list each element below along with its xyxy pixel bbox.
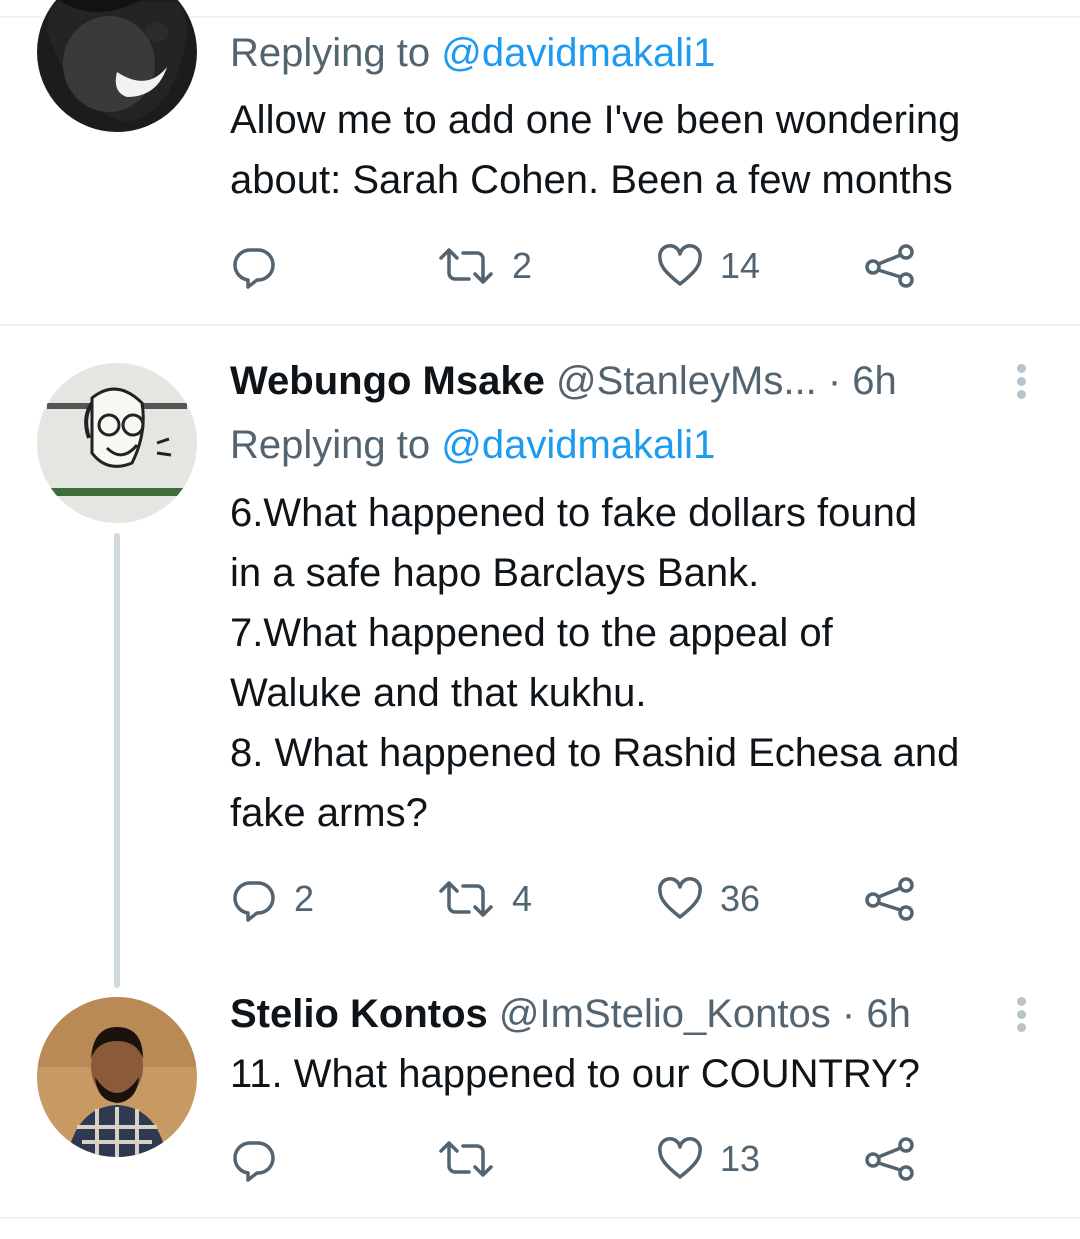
tweet-text-line: fake arms? xyxy=(230,791,428,835)
tweet-text-line: about: Sarah Cohen. Been a few months xyxy=(230,158,953,202)
divider xyxy=(0,324,1080,326)
tweet-text: 11. What happened to our COUNTRY? xyxy=(230,1044,1060,1104)
like-button[interactable]: 13 xyxy=(656,1129,760,1189)
avatar[interactable] xyxy=(37,0,197,132)
like-count: 36 xyxy=(720,878,761,919)
share-button[interactable] xyxy=(862,1129,918,1189)
retweet-button[interactable] xyxy=(436,1129,512,1189)
tweet-text-line: 6.What happened to fake dollars found xyxy=(230,491,918,535)
tweet-text-line: 11. What happened to our COUNTRY? xyxy=(230,1052,920,1096)
reply-icon xyxy=(230,875,278,923)
retweet-icon xyxy=(436,1135,496,1183)
tweet-actions: 2 14 xyxy=(230,236,930,296)
tweet-text: 6.What happened to fake dollars found in… xyxy=(230,483,1060,843)
retweet-button[interactable]: 4 xyxy=(436,869,532,929)
reply-button[interactable] xyxy=(230,1129,294,1189)
share-icon xyxy=(862,242,918,290)
tweet-text-line: 7.What happened to the appeal of xyxy=(230,611,833,655)
retweet-count: 2 xyxy=(512,245,533,286)
like-icon xyxy=(656,875,704,923)
display-name[interactable]: Webungo Msake xyxy=(230,359,545,403)
retweet-count: 4 xyxy=(512,878,533,919)
avatar[interactable] xyxy=(37,997,197,1157)
tweet-header: Stelio Kontos @ImStelio_Kontos · 6h xyxy=(230,990,911,1038)
replying-to: Replying to @davidmakali1 xyxy=(230,423,716,467)
share-icon xyxy=(862,1135,918,1183)
tweet-actions: 2 4 36 xyxy=(230,869,930,929)
retweet-icon xyxy=(436,875,496,923)
like-icon xyxy=(656,242,704,290)
share-button[interactable] xyxy=(862,869,918,929)
timestamp[interactable]: · 6h xyxy=(828,359,897,403)
share-icon xyxy=(862,875,918,923)
retweet-icon xyxy=(436,242,496,290)
tweet-header: Webungo Msake @StanleyMs... · 6h xyxy=(230,357,897,405)
like-count: 14 xyxy=(720,245,761,286)
user-handle[interactable]: @StanleyMs... xyxy=(556,359,817,403)
thread-line xyxy=(114,533,120,988)
avatar[interactable] xyxy=(37,363,197,523)
reply-button[interactable]: 2 xyxy=(230,869,314,929)
timestamp[interactable]: · 6h xyxy=(842,992,911,1036)
like-button[interactable]: 14 xyxy=(656,236,760,296)
reply-icon xyxy=(230,242,278,290)
like-count: 13 xyxy=(720,1138,761,1179)
like-button[interactable]: 36 xyxy=(656,869,760,929)
reply-icon xyxy=(230,1135,278,1183)
tweet-text-line: 8. What happened to Rashid Echesa and xyxy=(230,731,960,775)
tweet-text-line: in a safe hapo Barclays Bank. xyxy=(230,551,760,595)
divider xyxy=(0,1217,1080,1219)
retweet-button[interactable]: 2 xyxy=(436,236,532,296)
share-button[interactable] xyxy=(862,236,918,296)
mention-link[interactable]: @davidmakali1 xyxy=(441,31,715,75)
replying-to: Replying to @davidmakali1 xyxy=(230,31,716,75)
user-handle[interactable]: @ImStelio_Kontos xyxy=(499,992,831,1036)
tweet-text-line: Waluke and that kukhu. xyxy=(230,671,647,715)
tweet-text: Allow me to add one I've been wondering … xyxy=(230,90,1060,210)
more-icon[interactable] xyxy=(1013,361,1029,403)
mention-link[interactable]: @davidmakali1 xyxy=(441,423,715,467)
reply-button[interactable] xyxy=(230,236,294,296)
tweet-actions: 13 xyxy=(230,1129,930,1189)
reply-count: 2 xyxy=(294,878,315,919)
like-icon xyxy=(656,1135,704,1183)
more-icon[interactable] xyxy=(1013,994,1029,1036)
tweet-text-line: Allow me to add one I've been wondering xyxy=(230,98,961,142)
display-name[interactable]: Stelio Kontos xyxy=(230,992,488,1036)
